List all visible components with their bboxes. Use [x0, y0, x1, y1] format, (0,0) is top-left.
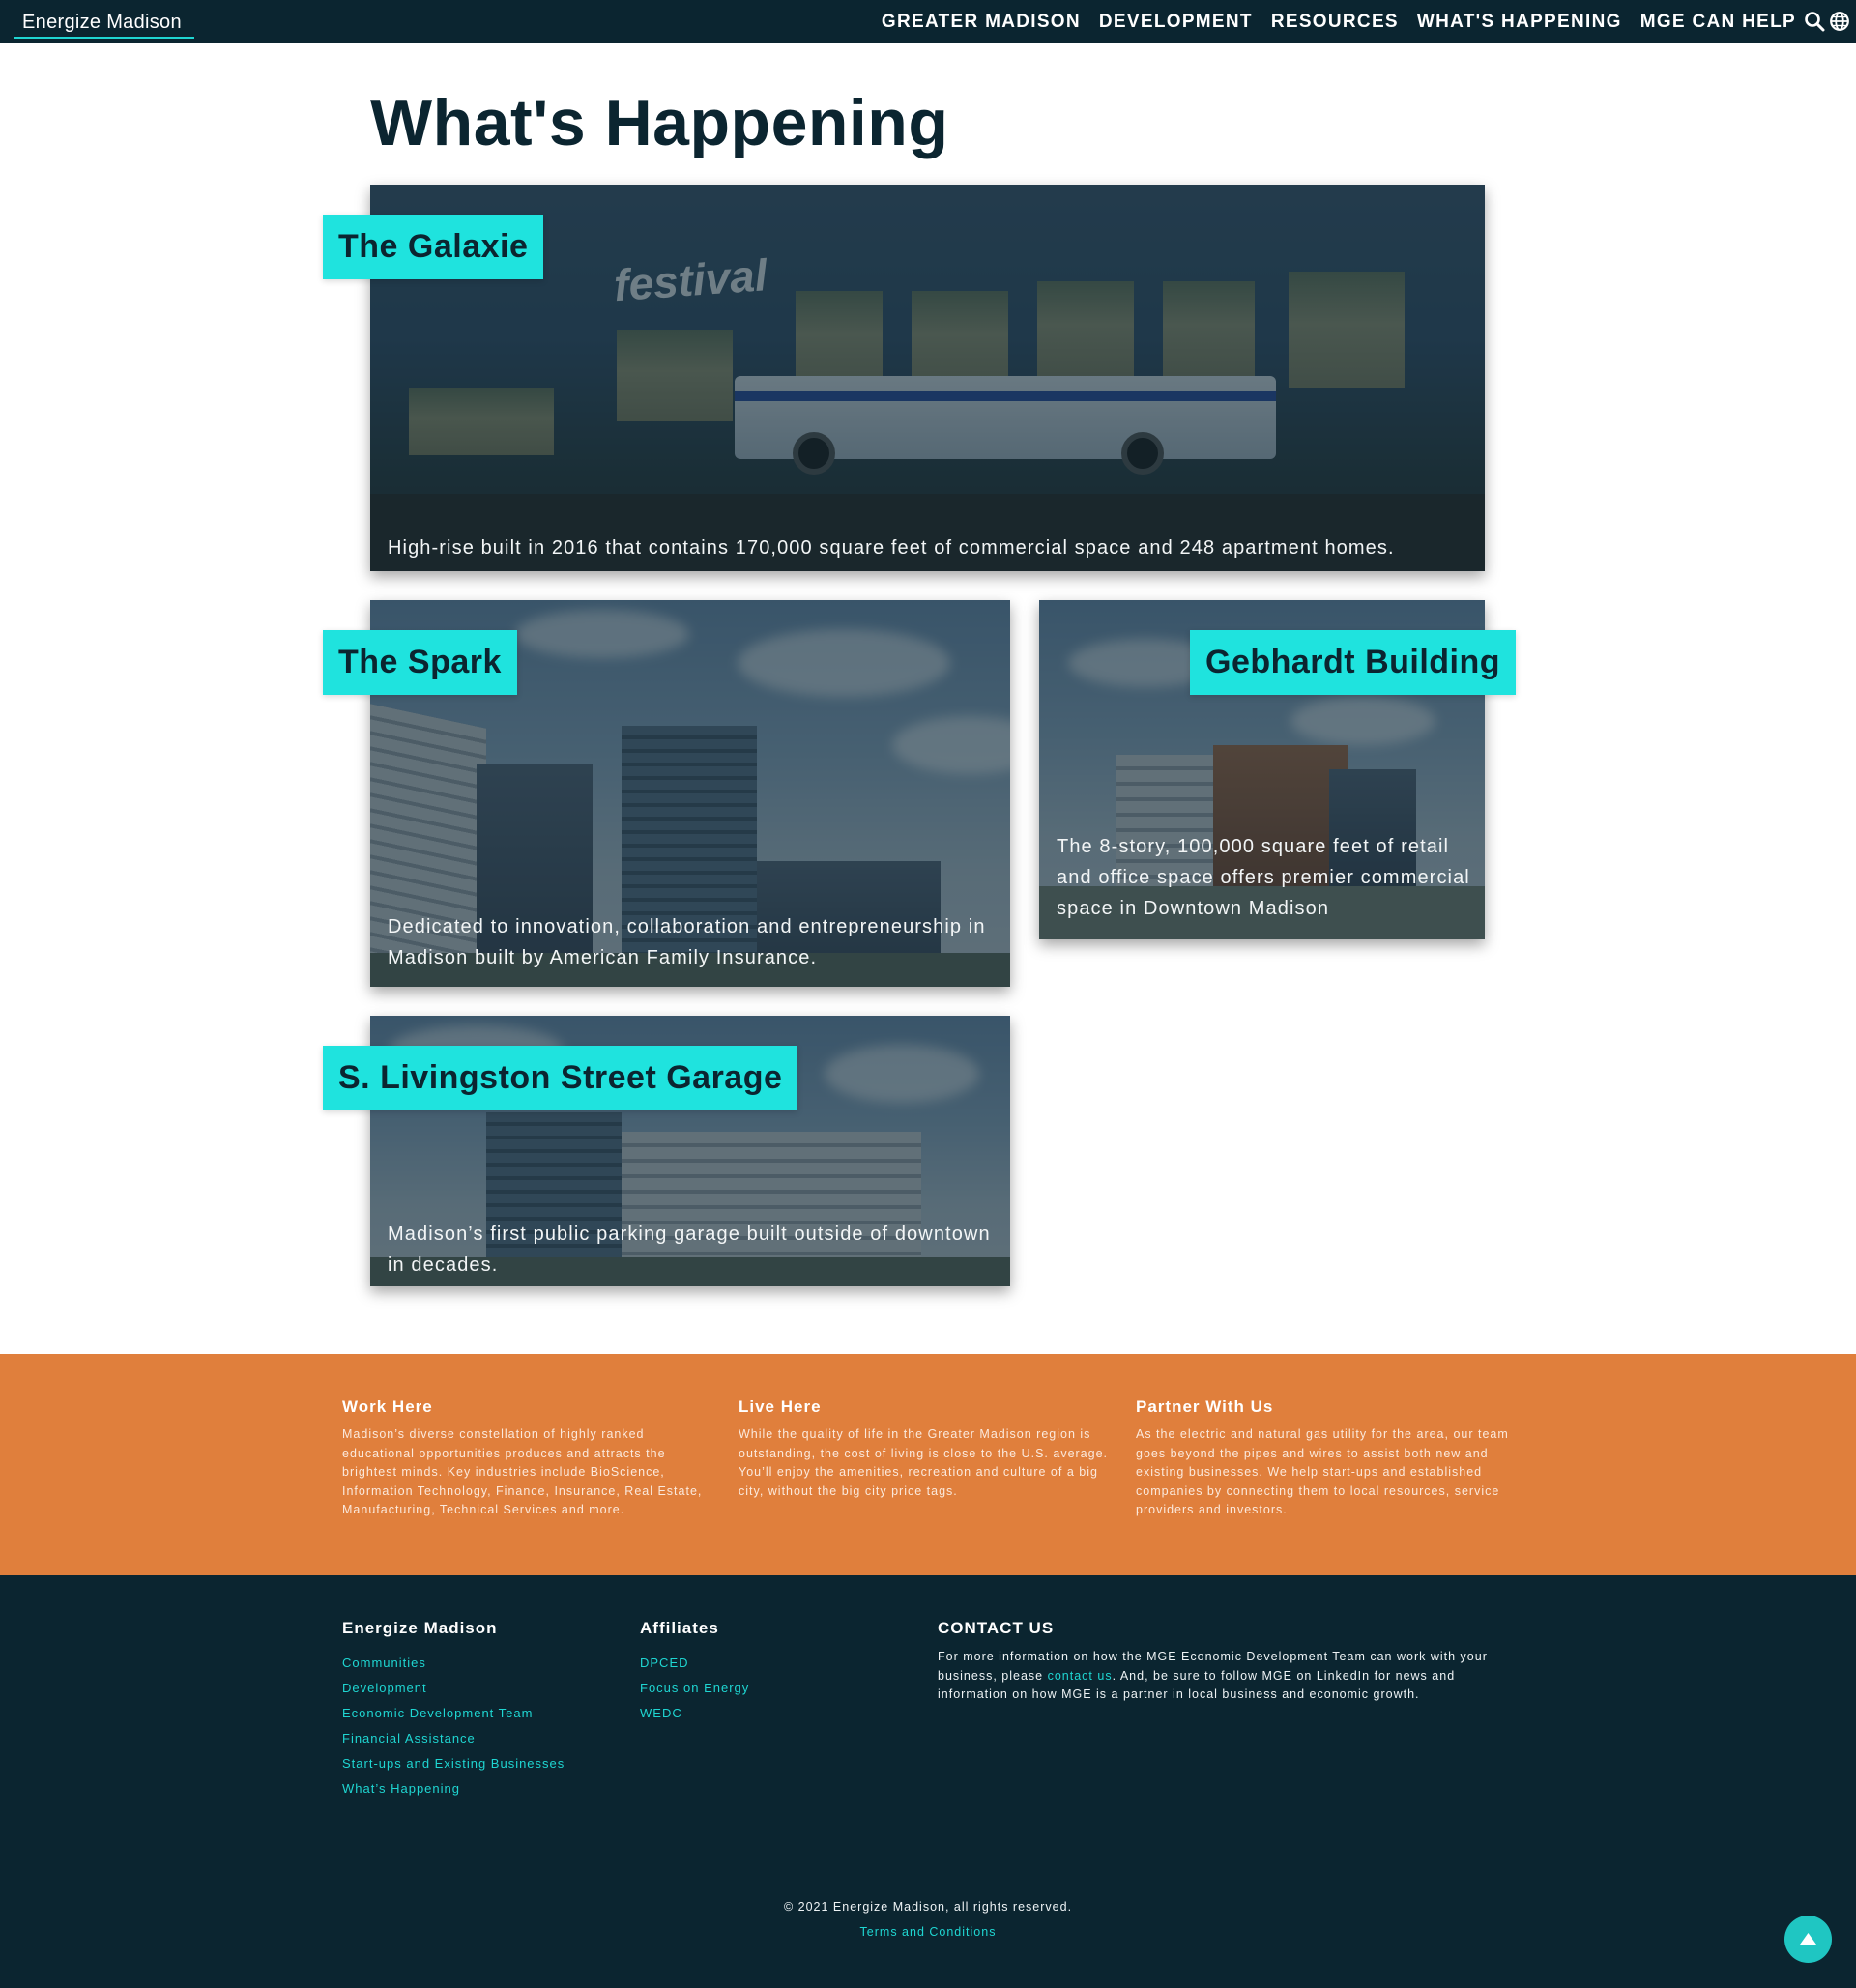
globe-icon[interactable]: [1829, 11, 1850, 32]
footer-link[interactable]: What’s Happening: [342, 1776, 565, 1801]
card-title-spark[interactable]: The Spark: [323, 630, 517, 695]
live-here-text: While the quality of life in the Greater…: [739, 1427, 1109, 1498]
card-title-galaxie[interactable]: The Galaxie: [323, 215, 544, 279]
footer-link-whats-happening[interactable]: What’s Happening: [342, 1781, 460, 1796]
terms-line: Terms and Conditions: [0, 1925, 1856, 1939]
footer-link[interactable]: Focus on Energy: [640, 1676, 749, 1701]
card-description: Madison’s first public parking garage bu…: [388, 1224, 991, 1276]
footer-link-dpced[interactable]: DPCED: [640, 1656, 689, 1670]
card-title-livingston[interactable]: S. Livingston Street Garage: [323, 1046, 798, 1110]
footer-link[interactable]: Economic Development Team: [342, 1701, 565, 1726]
info-band: Work Here Madison’s diverse constellatio…: [0, 1354, 1856, 1575]
live-here-column: Live Here While the quality of life in t…: [739, 1397, 1114, 1501]
footer-link[interactable]: Financial Assistance: [342, 1726, 565, 1751]
footer-link-financial-assistance[interactable]: Financial Assistance: [342, 1731, 476, 1745]
back-to-top-button[interactable]: [1784, 1916, 1832, 1963]
partner-column: Partner With Us As the electric and natu…: [1136, 1397, 1511, 1520]
menu-development[interactable]: DEVELOPMENT: [1099, 12, 1253, 33]
menu-mge-can-help[interactable]: MGE CAN HELP: [1640, 12, 1796, 33]
footer-link[interactable]: Start-ups and Existing Businesses: [342, 1751, 565, 1776]
work-here-column: Work Here Madison’s diverse constellatio…: [342, 1397, 717, 1520]
work-here-title: Work Here: [342, 1397, 433, 1416]
partner-title: Partner With Us: [1136, 1397, 1274, 1416]
footer-link-focus-on-energy[interactable]: Focus on Energy: [640, 1681, 749, 1695]
footer-contact-title: CONTACT US: [938, 1619, 1055, 1637]
work-here-text: Madison’s diverse constellation of highl…: [342, 1427, 703, 1516]
footer-link-startups[interactable]: Start-ups and Existing Businesses: [342, 1756, 565, 1771]
copyright: © 2021 Energize Madison, all rights rese…: [783, 1900, 1073, 1914]
footer-affiliates-links: DPCED Focus on Energy WEDC: [640, 1651, 749, 1726]
search-icon[interactable]: [1804, 11, 1825, 32]
menu-greater-madison[interactable]: GREATER MADISON: [882, 12, 1081, 33]
card-title-gebhardt[interactable]: Gebhardt Building: [1190, 630, 1517, 695]
footer-link-development[interactable]: Development: [342, 1681, 427, 1695]
footer-link-econ-dev-team[interactable]: Economic Development Team: [342, 1706, 533, 1720]
contact-us-link[interactable]: contact us: [1048, 1669, 1113, 1683]
footer-link-wedc[interactable]: WEDC: [640, 1706, 682, 1720]
footer-affiliates-title: Affiliates: [640, 1619, 719, 1637]
brand-link[interactable]: Energize Madison: [14, 6, 194, 39]
arrow-up-icon: [1800, 1933, 1816, 1945]
footer-link[interactable]: WEDC: [640, 1701, 749, 1726]
footer-link[interactable]: Communities: [342, 1651, 565, 1676]
footer-link[interactable]: DPCED: [640, 1651, 749, 1676]
top-nav: Energize Madison GREATER MADISON DEVELOP…: [0, 0, 1856, 43]
terms-link[interactable]: Terms and Conditions: [860, 1925, 997, 1939]
live-here-title: Live Here: [739, 1397, 822, 1416]
card-description: The 8-story, 100,000 square feet of reta…: [1057, 836, 1470, 919]
card-description: Dedicated to innovation, collaboration a…: [388, 916, 986, 968]
footer: Energize Madison Communities Development…: [0, 1575, 1856, 1988]
partner-text: As the electric and natural gas utility …: [1136, 1427, 1509, 1516]
contact-text: For more information on how the MGE Econ…: [938, 1648, 1518, 1705]
footer-energize-title: Energize Madison: [342, 1619, 498, 1637]
menu-whats-happening[interactable]: WHAT'S HAPPENING: [1417, 12, 1622, 33]
footer-energize-links: Communities Development Economic Develop…: [342, 1651, 565, 1801]
page-title: What's Happening: [370, 86, 949, 159]
main-menu: GREATER MADISON DEVELOPMENT RESOURCES WH…: [882, 0, 1796, 43]
menu-resources[interactable]: RESOURCES: [1271, 12, 1399, 33]
footer-link-communities[interactable]: Communities: [342, 1656, 426, 1670]
footer-link[interactable]: Development: [342, 1676, 565, 1701]
card-description: High-rise built in 2016 that contains 17…: [388, 537, 1395, 559]
